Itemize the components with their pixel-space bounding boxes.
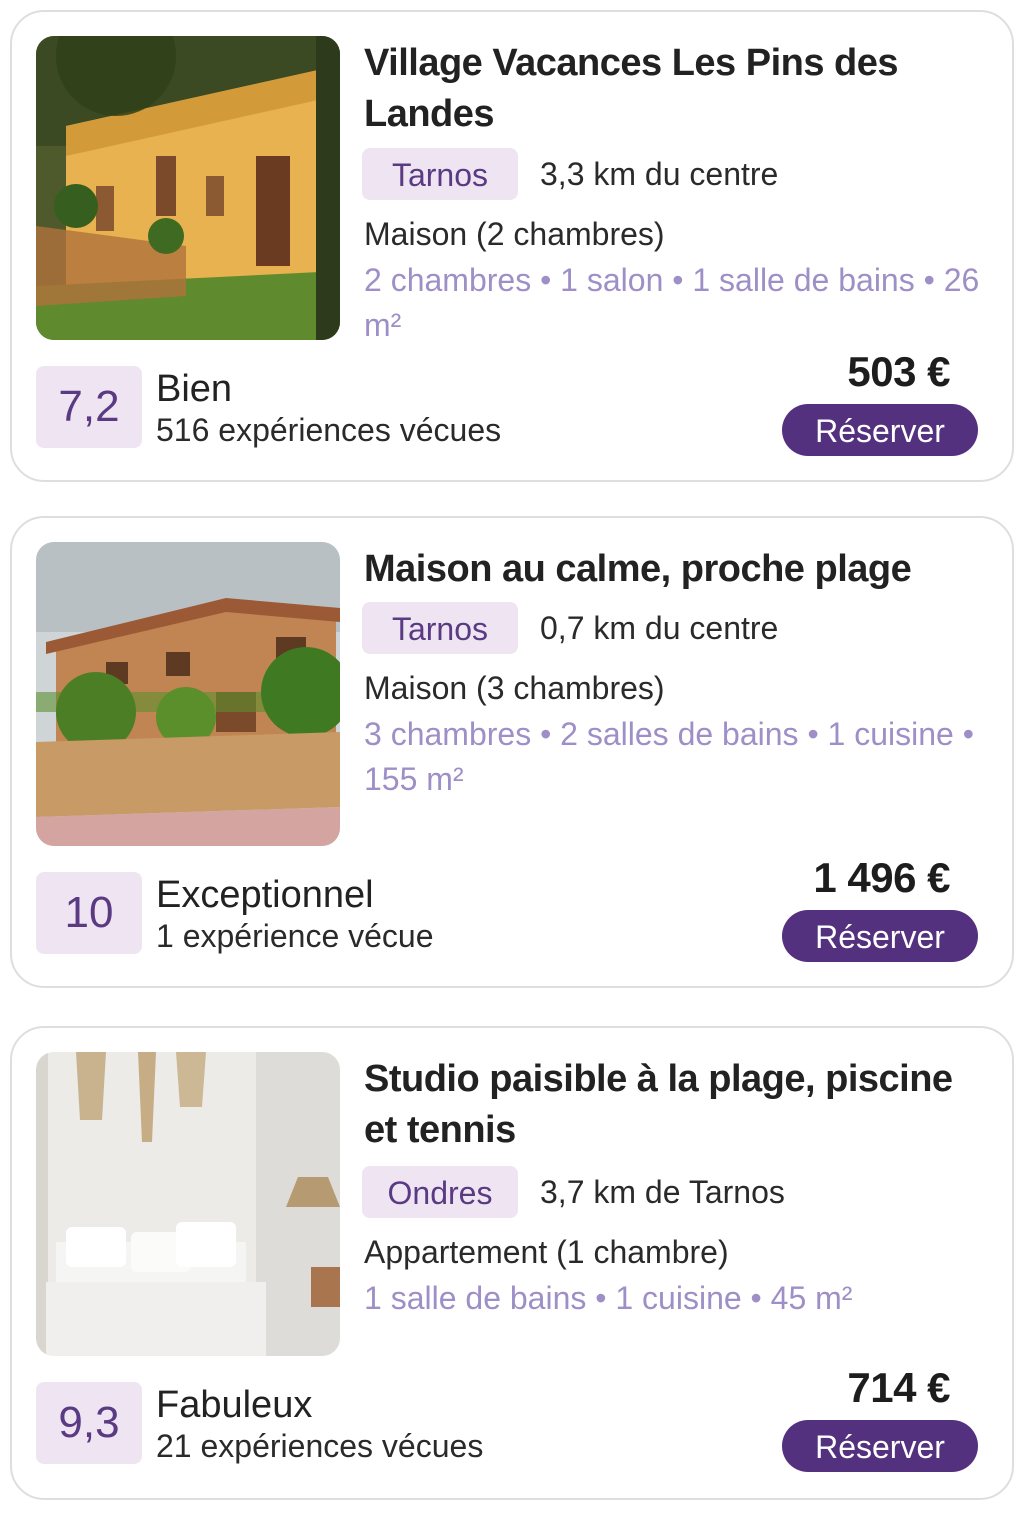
distance-text: 3,3 km du centre — [540, 155, 779, 192]
price: 1 496 € — [813, 854, 950, 901]
book-button[interactable]: Réserver — [782, 404, 978, 456]
yellow-villa-image — [36, 36, 340, 340]
price: 714 € — [847, 1364, 950, 1411]
property-type: Maison (3 chambres) — [364, 670, 665, 706]
features-text: 2 chambres • 1 salon • 1 salle de bains … — [364, 262, 980, 343]
review-count: 1 expérience vécue — [156, 918, 434, 954]
distance-text: 3,7 km de Tarnos — [540, 1173, 785, 1210]
town-badge: Ondres — [362, 1166, 518, 1218]
listing-card[interactable]: Village Vacances Les Pins des Landes Tar… — [10, 10, 1014, 482]
rating-label: Bien — [156, 368, 233, 410]
review-count: 516 expériences vécues — [156, 412, 502, 448]
score-badge: 10 — [36, 872, 142, 954]
stone-house-image — [36, 542, 340, 846]
score-badge: 9,3 — [36, 1382, 142, 1464]
rating-label: Fabuleux — [156, 1384, 313, 1426]
location-row: Ondres 3,7 km de Tarnos — [362, 1166, 785, 1218]
listing-title[interactable]: Studio paisible à la plage, piscine et t… — [364, 1054, 984, 1156]
white-bedroom-image — [36, 1052, 340, 1356]
listing-card[interactable]: Maison au calme, proche plage Tarnos 0,7… — [10, 516, 1014, 988]
listing-photo[interactable] — [36, 36, 340, 340]
property-type: Appartement (1 chambre) — [364, 1234, 729, 1270]
distance-text: 0,7 km du centre — [540, 609, 779, 646]
book-button[interactable]: Réserver — [782, 910, 978, 962]
property-type: Maison (2 chambres) — [364, 216, 665, 252]
listing-card[interactable]: Studio paisible à la plage, piscine et t… — [10, 1026, 1014, 1500]
features-text: 1 salle de bains • 1 cuisine • 45 m² — [364, 1280, 853, 1316]
price: 503 € — [847, 348, 950, 395]
town-badge: Tarnos — [362, 602, 518, 654]
rating-label: Exceptionnel — [156, 874, 374, 916]
features-text: 3 chambres • 2 salles de bains • 1 cuisi… — [364, 716, 974, 797]
listing-photo[interactable] — [36, 542, 340, 846]
listing-photo[interactable] — [36, 1052, 340, 1356]
review-count: 21 expériences vécues — [156, 1428, 484, 1464]
location-row: Tarnos 3,3 km du centre — [362, 148, 778, 200]
location-row: Tarnos 0,7 km du centre — [362, 602, 778, 654]
book-button[interactable]: Réserver — [782, 1420, 978, 1472]
listing-title[interactable]: Village Vacances Les Pins des Landes — [364, 38, 984, 140]
listing-title[interactable]: Maison au calme, proche plage — [364, 544, 984, 595]
score-badge: 7,2 — [36, 366, 142, 448]
town-badge: Tarnos — [362, 148, 518, 200]
